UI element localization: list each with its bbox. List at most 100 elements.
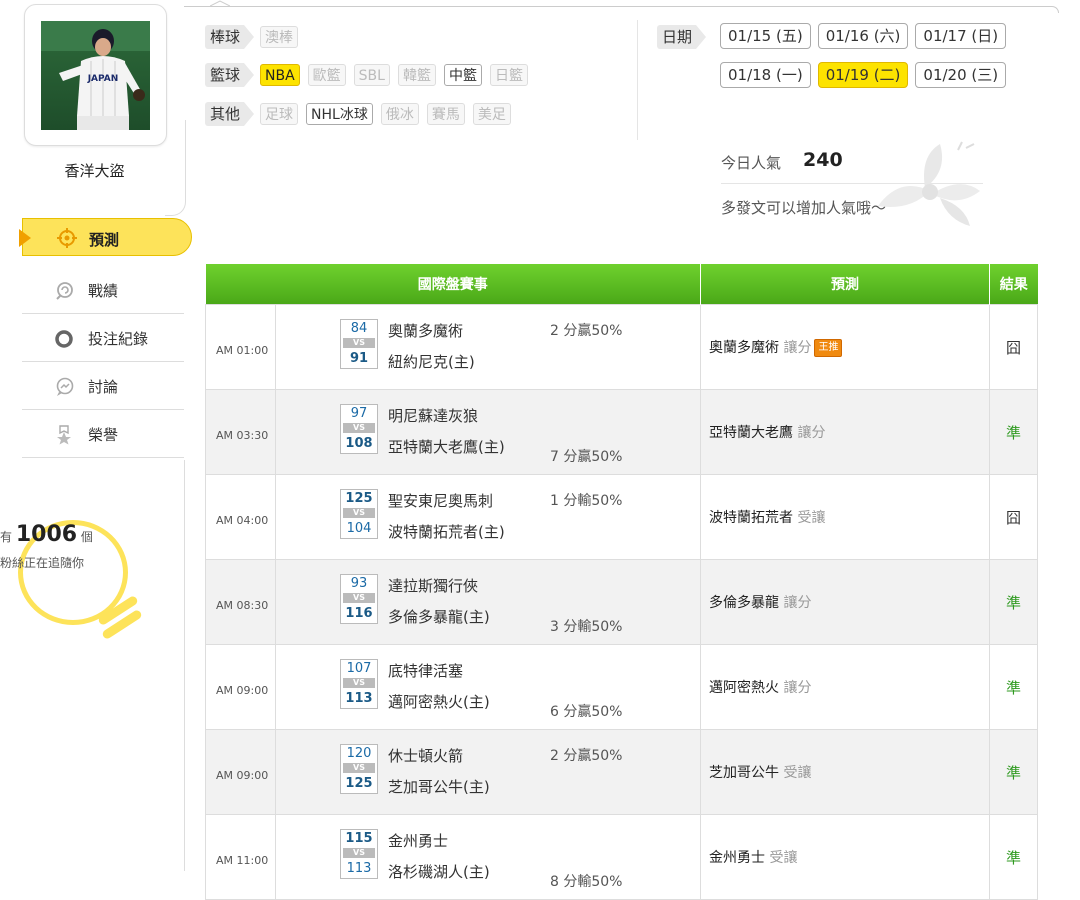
home-team[interactable]: 波特蘭拓荒者(主) [388, 521, 505, 542]
league-sbl[interactable]: SBL [353, 64, 390, 86]
away-score: 115 [345, 831, 373, 846]
league-china-basketball[interactable]: 中籃 [443, 64, 482, 86]
sidebar-item-label: 討論 [88, 378, 119, 396]
match-cell: 97 VS 108 明尼蘇達灰狼 亞特蘭大老鷹(主) 7 分贏50% [275, 389, 701, 475]
score-box: 120 VS 125 [340, 744, 378, 794]
fans-counter: 有 1006 個 粉絲正在追隨你 [0, 500, 185, 650]
league-japan-basketball[interactable]: 日籃 [489, 64, 528, 86]
pick-team: 多倫多暴龍 [709, 595, 779, 611]
home-team[interactable]: 多倫多暴龍(主) [388, 606, 490, 627]
home-score: 108 [345, 436, 373, 451]
sidebar-item-honor[interactable]: 榮譽 [22, 410, 184, 458]
home-team[interactable]: 芝加哥公牛(主) [388, 776, 490, 797]
filter-divider [637, 20, 638, 140]
pick-team: 金州勇士 [709, 850, 765, 866]
spread-line: 6 分贏50% [550, 704, 623, 720]
header-match: 國際盤賽事 [205, 264, 701, 305]
league-american-football[interactable]: 美足 [472, 103, 511, 125]
game-time: AM 09:00 [205, 644, 276, 730]
avatar-caption: JAPAN [87, 74, 119, 84]
king-pick-badge: 王推 [814, 339, 843, 357]
category-baseball[interactable]: 棒球 [205, 25, 255, 49]
category-basketball[interactable]: 籃球 [205, 63, 255, 87]
away-team[interactable]: 金州勇士 [388, 830, 448, 851]
vs-label: VS [343, 593, 375, 603]
home-team[interactable]: 邁阿密熱火(主) [388, 691, 490, 712]
away-score: 125 [345, 491, 373, 506]
away-team[interactable]: 明尼蘇達灰狼 [388, 405, 478, 426]
prediction-cell: 多倫多暴龍 讓分 [700, 559, 990, 645]
result-cell: 囧 [989, 304, 1038, 390]
date-0115[interactable]: 01/15 (五) [720, 23, 811, 49]
prediction-cell: 奧蘭多魔術 讓分 王推 [700, 304, 990, 390]
home-team[interactable]: 紐約尼克(主) [388, 351, 475, 372]
result-cell: 準 [989, 814, 1038, 900]
pick-type: 讓分 [797, 425, 826, 441]
pick-team: 芝加哥公牛 [709, 765, 779, 781]
decorative-leaf-icon [878, 141, 980, 226]
category-other[interactable]: 其他 [205, 102, 255, 126]
away-score: 84 [350, 321, 368, 336]
table-row: AM 08:30 93 VS 116 達拉斯獨行俠 多倫多暴龍(主) 3 分輸50% 多倫多暴… [205, 559, 1038, 645]
prediction-cell: 亞特蘭大老鷹 讓分 [700, 389, 990, 475]
away-team[interactable]: 底特律活塞 [388, 660, 463, 681]
vs-label: VS [343, 678, 375, 688]
sidebar-item-record[interactable]: 戰績 [22, 266, 184, 314]
prediction-cell: 芝加哥公牛 受讓 [700, 729, 990, 815]
table-body: AM 01:00 84 VS 91 奧蘭多魔術 紐約尼克(主) 2 分贏50% 奧蘭多魔術 讓… [205, 304, 1038, 900]
result-cell: 囧 [989, 474, 1038, 560]
home-score: 116 [345, 606, 373, 621]
sidebar-item-prediction[interactable]: 預測 [19, 218, 192, 256]
league-russia-hockey[interactable]: 俄冰 [380, 103, 419, 125]
result-cell: 準 [989, 729, 1038, 815]
league-horse-racing[interactable]: 賽馬 [426, 103, 465, 125]
away-team[interactable]: 聖安東尼奧馬刺 [388, 490, 493, 511]
league-nhl[interactable]: NHL冰球 [306, 103, 373, 125]
table-row: AM 09:00 120 VS 125 休士頓火箭芝加哥公牛(主) 2 分贏50% 芝加哥公… [205, 729, 1038, 815]
away-team[interactable]: 休士頓火箭 [388, 745, 463, 766]
fans-count: 1006 [15, 522, 78, 547]
home-score: 104 [346, 521, 372, 536]
sidebar-item-bet-history[interactable]: 投注紀錄 [22, 314, 184, 362]
date-label: 日期 [657, 25, 707, 49]
prediction-cell: 邁阿密熱火 讓分 [700, 644, 990, 730]
home-team[interactable]: 洛杉磯湖人(主) [388, 861, 490, 882]
active-arrow-icon [19, 229, 31, 247]
date-0120[interactable]: 01/20 (三) [915, 62, 1007, 88]
league-euro-basketball[interactable]: 歐籃 [307, 64, 346, 86]
pick-team: 邁阿密熱火 [709, 680, 779, 696]
crosshair-icon [57, 228, 77, 248]
table-row: AM 03:30 97 VS 108 明尼蘇達灰狼 亞特蘭大老鷹(主) 7 分贏50% 亞特蘭… [205, 389, 1038, 475]
league-aus-baseball[interactable]: 澳棒 [260, 26, 299, 48]
home-team[interactable]: 亞特蘭大老鷹(主) [388, 436, 505, 457]
chart-swirl-icon [54, 281, 74, 301]
filter-row-other: 其他 足球 NHL冰球 俄冰 賽馬 美足 [205, 101, 519, 127]
league-soccer[interactable]: 足球 [260, 103, 299, 125]
score-box: 97 VS 108 [340, 404, 378, 454]
filter-row-baseball: 棒球 澳棒 [205, 24, 306, 50]
avatar[interactable]: JAPAN [41, 21, 150, 130]
prediction-cell: 金州勇士 受讓 [700, 814, 990, 900]
game-time: AM 01:00 [205, 304, 276, 390]
user-name[interactable]: 香洋大盜 [24, 160, 165, 181]
ring-icon [54, 329, 74, 349]
sidebar-item-discussion[interactable]: 討論 [22, 362, 184, 410]
date-0117[interactable]: 01/17 (日) [915, 23, 1007, 49]
date-0118[interactable]: 01/18 (一) [720, 62, 811, 88]
date-0116[interactable]: 01/16 (六) [817, 23, 909, 49]
score-box: 93 VS 116 [340, 574, 378, 624]
league-nba[interactable]: NBA [260, 64, 300, 86]
game-time: AM 09:00 [205, 729, 276, 815]
filter-panel-frame [184, 6, 1059, 13]
result-cell: 準 [989, 644, 1038, 730]
away-team[interactable]: 奧蘭多魔術 [388, 320, 463, 341]
date-0119-selected[interactable]: 01/19 (二) [817, 62, 909, 88]
league-korea-basketball[interactable]: 韓籃 [397, 64, 436, 86]
games-table: 國際盤賽事 預測 結果 AM 01:00 84 VS 91 奧蘭多魔術 紐約尼克(主) 2 … [205, 264, 1038, 900]
sidebar-divider [165, 120, 186, 216]
spread-line: 3 分輸50% [550, 619, 623, 635]
game-time: AM 11:00 [205, 814, 276, 900]
away-team[interactable]: 達拉斯獨行俠 [388, 575, 478, 596]
vs-label: VS [343, 508, 375, 518]
spread-line: 2 分贏50% [550, 748, 623, 764]
